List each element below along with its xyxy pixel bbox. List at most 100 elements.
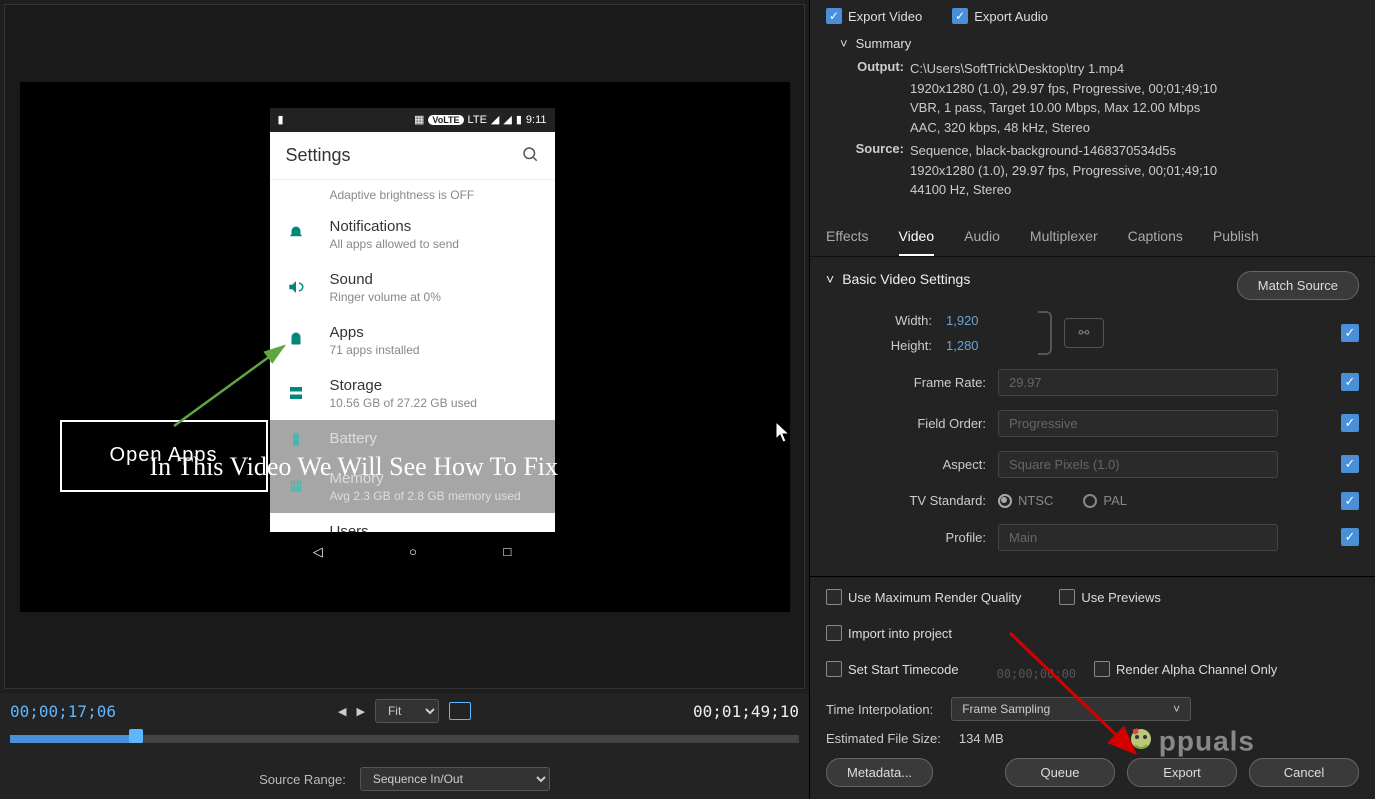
prev-mark-button[interactable]: ◀ [338,705,346,718]
zoom-fit-select[interactable]: Fit [375,699,439,723]
phone-nav-bar: ◁ ○ □ [270,532,555,572]
aspect-match-checkbox[interactable]: ✓ [1341,455,1359,473]
tab-effects[interactable]: Effects [826,218,869,256]
next-mark-button[interactable]: ▶ [357,705,365,718]
tv-match-checkbox[interactable]: ✓ [1341,492,1359,510]
ntsc-radio[interactable]: NTSC [998,493,1053,508]
safe-margins-button[interactable] [449,702,471,720]
summary-source-value: Sequence, black-background-1468370534d5s… [910,141,1359,200]
settings-item-apps: Apps71 apps installed [270,314,555,367]
scrubber-fill [10,735,136,743]
pal-radio[interactable]: PAL [1083,493,1127,508]
search-icon [521,145,539,166]
phone-settings-header: Settings [270,132,555,180]
frame-rate-label: Frame Rate: [826,375,986,390]
profile-label: Profile: [826,530,986,545]
export-audio-checkbox[interactable]: Export Audio [952,8,1048,24]
export-button[interactable]: Export [1127,758,1237,787]
export-bottom-panel: Use Maximum Render Quality Use Previews … [810,576,1375,799]
aspect-select[interactable]: Square Pixels (1.0) [998,451,1278,478]
cancel-button[interactable]: Cancel [1249,758,1359,787]
mouse-cursor-icon [776,422,790,450]
frame-rate-select[interactable]: 29.97 [998,369,1278,396]
match-source-button[interactable]: Match Source [1237,271,1359,300]
link-icon[interactable]: ⚯ [1064,318,1104,348]
battery-icon: ▮ [516,113,522,126]
width-value[interactable]: 1,920 [946,313,979,328]
basic-video-toggle[interactable]: ˅ Basic Video Settings [826,271,970,287]
dimension-match-checkbox[interactable]: ✓ [1341,324,1359,342]
overlay-caption: In This Video We Will See How To Fix [150,452,559,482]
phone-settings-title: Settings [286,145,351,166]
chevron-down-icon: ˅ [1173,702,1180,716]
home-icon: ○ [409,544,417,559]
brightness-icon [286,184,306,204]
profile-select[interactable]: Main [998,524,1278,551]
profile-match-checkbox[interactable]: ✓ [1341,528,1359,546]
height-value[interactable]: 1,280 [946,338,979,353]
back-icon: ◁ [313,544,323,560]
watermark: ppuals [1123,725,1255,761]
lte-label: LTE [468,114,487,126]
export-video-checkbox[interactable]: Export Video [826,8,922,24]
field-order-select[interactable]: Progressive [998,410,1278,437]
height-label: Height: [826,338,946,353]
bell-icon [286,224,306,244]
frame-rate-match-checkbox[interactable]: ✓ [1341,373,1359,391]
tab-multiplexer[interactable]: Multiplexer [1030,218,1098,256]
tab-video[interactable]: Video [899,218,935,256]
settings-item-sound: SoundRinger volume at 0% [270,261,555,314]
signal-icon-2: ◢ [503,113,511,126]
signal-icon: ◢ [491,113,499,126]
tab-publish[interactable]: Publish [1213,218,1259,256]
start-timecode-value[interactable]: 00;00;00;00 [997,667,1076,681]
time-interpolation-label: Time Interpolation: [826,702,933,717]
set-start-timecode-checkbox[interactable]: Set Start Timecode [826,661,959,677]
aspect-label: Aspect: [826,457,986,472]
scrubber[interactable] [0,729,809,759]
duration-timecode: 00;01;49;10 [693,702,799,721]
summary-output-value: C:\Users\SoftTrick\Desktop\try 1.mp4 192… [910,59,1359,137]
dimension-brace [1038,311,1052,355]
summary-toggle[interactable]: ˅ Summary [840,36,1359,51]
field-order-match-checkbox[interactable]: ✓ [1341,414,1359,432]
preview-area: ▮ ▦ VoLTE LTE ◢ ◢ ▮ 9:11 Sett [4,4,805,689]
phone-settings-list: Adaptive brightness is OFF Notifications… [270,180,555,566]
source-range-row: Source Range: Sequence In/Out [0,759,809,799]
phone-statusbar: ▮ ▦ VoLTE LTE ◢ ◢ ▮ 9:11 [270,108,555,132]
current-timecode[interactable]: 00;00;17;06 [10,702,116,721]
metadata-button[interactable]: Metadata... [826,758,933,787]
summary-section: ˅ Summary Output: C:\Users\SoftTrick\Des… [810,32,1375,218]
android-icon [286,330,306,350]
export-settings-panel: Export Video Export Audio ˅ Summary Outp… [810,0,1375,799]
use-previews-checkbox[interactable]: Use Previews [1059,589,1160,605]
settings-item-storage: Storage10.56 GB of 27.22 GB used [270,367,555,420]
cast-icon: ▦ [414,113,424,126]
source-range-select[interactable]: Sequence In/Out [360,767,550,791]
phone-screenshot: ▮ ▦ VoLTE LTE ◢ ◢ ▮ 9:11 Sett [270,108,555,572]
clock: 9:11 [526,114,547,126]
render-alpha-checkbox[interactable]: Render Alpha Channel Only [1094,661,1277,677]
camera-icon: ▮ [278,113,284,126]
tab-captions[interactable]: Captions [1128,218,1183,256]
storage-icon [286,383,306,403]
estimated-size-label: Estimated File Size: [826,731,941,746]
import-into-project-checkbox[interactable]: Import into project [826,625,952,641]
summary-output-label: Output: [840,59,910,137]
settings-item-brightness: Adaptive brightness is OFF [270,180,555,208]
queue-button[interactable]: Queue [1005,758,1115,787]
speaker-icon [286,277,306,297]
volte-badge: VoLTE [428,115,463,125]
settings-item-notifications: NotificationsAll apps allowed to send [270,208,555,261]
time-interpolation-select[interactable]: Frame Sampling˅ [951,697,1191,721]
video-frame: ▮ ▦ VoLTE LTE ◢ ◢ ▮ 9:11 Sett [20,82,790,612]
chevron-down-icon: ˅ [826,271,834,287]
tab-audio[interactable]: Audio [964,218,1000,256]
battery-icon [286,430,306,450]
scrubber-track[interactable] [10,735,799,743]
field-order-label: Field Order: [826,416,986,431]
settings-tabs: Effects Video Audio Multiplexer Captions… [810,218,1375,257]
max-render-quality-checkbox[interactable]: Use Maximum Render Quality [826,589,1021,605]
chevron-down-icon: ˅ [840,36,848,51]
playhead[interactable] [129,729,143,743]
